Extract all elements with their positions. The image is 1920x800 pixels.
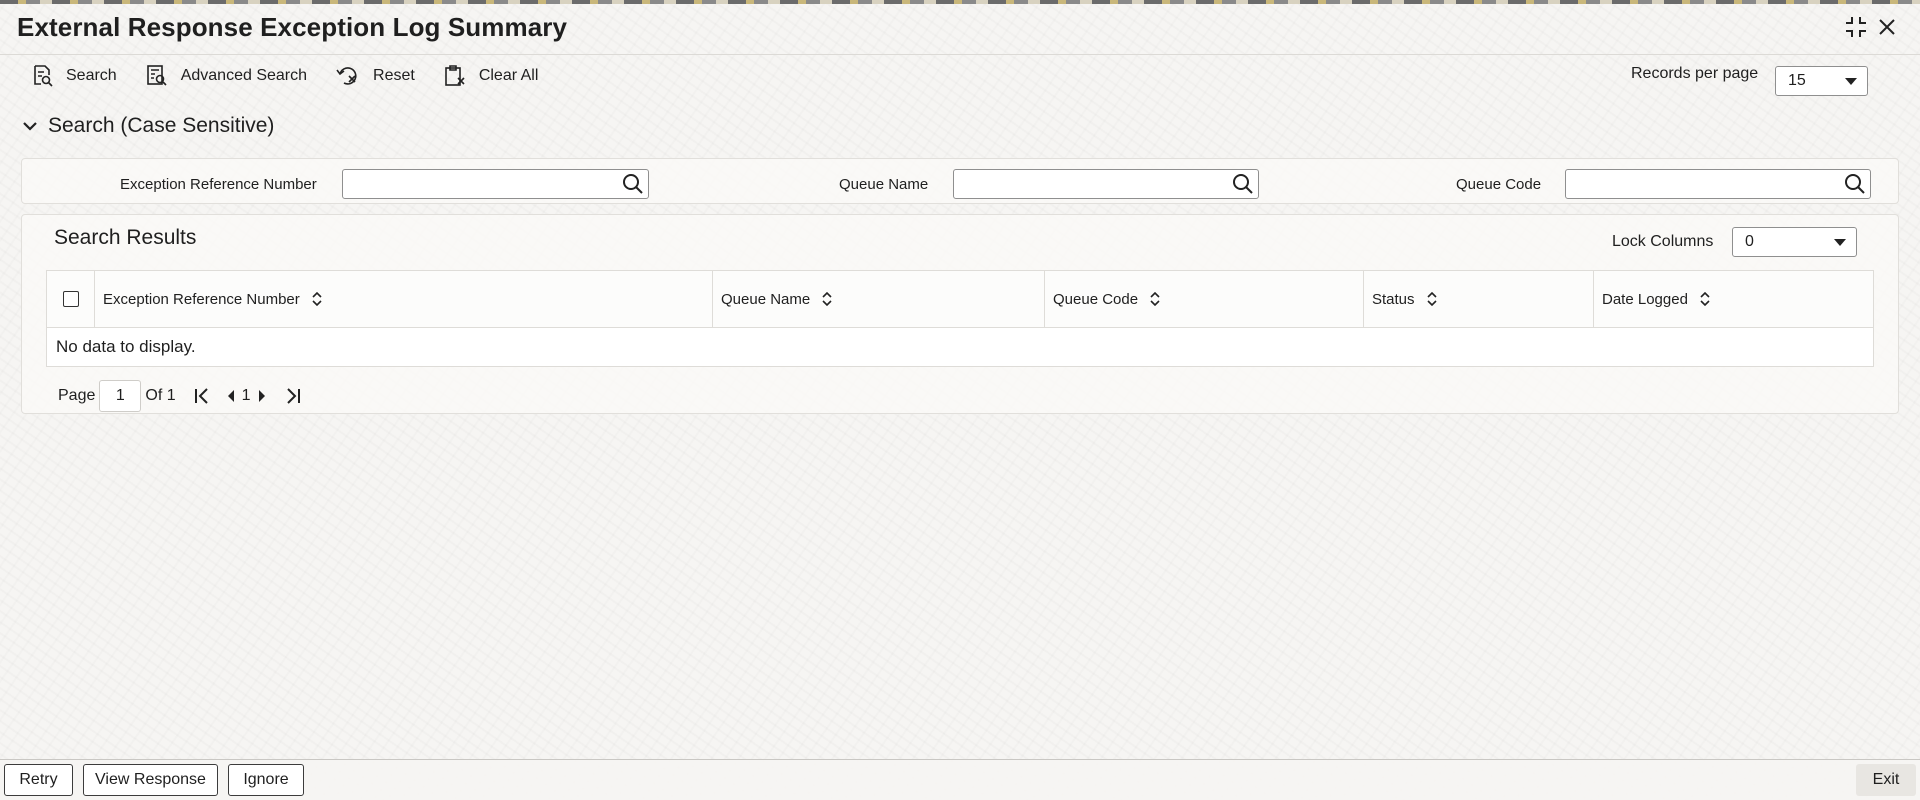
title-divider xyxy=(0,54,1920,55)
column-header-exception-ref[interactable]: Exception Reference Number xyxy=(95,271,713,327)
maximize-icon[interactable] xyxy=(1843,14,1869,40)
select-all-checkbox[interactable] xyxy=(63,291,79,307)
column-label: Date Logged xyxy=(1602,290,1688,308)
table-header: Exception Reference Number Queue Name Qu… xyxy=(47,271,1873,328)
reset-icon xyxy=(336,67,357,85)
search-button-label: Search xyxy=(66,67,117,84)
advanced-search-button-label: Advanced Search xyxy=(180,67,308,84)
records-per-page-value: 15 xyxy=(1788,72,1806,89)
column-label: Queue Code xyxy=(1053,290,1139,308)
page-label: Page xyxy=(58,387,96,404)
header-decor-strip xyxy=(0,0,1920,4)
footer-bar: Retry View Response Ignore Exit xyxy=(0,759,1920,800)
column-header-date-logged[interactable]: Date Logged xyxy=(1594,271,1873,327)
column-header-queue-code[interactable]: Queue Code xyxy=(1045,271,1364,327)
column-header-status[interactable]: Status xyxy=(1364,271,1594,327)
results-table: Exception Reference Number Queue Name Qu… xyxy=(46,270,1874,367)
column-label: Queue Name xyxy=(721,290,811,308)
reset-button[interactable]: Reset xyxy=(335,64,415,88)
last-page-icon[interactable] xyxy=(285,387,301,405)
empty-table-message: No data to display. xyxy=(56,337,196,356)
retry-button[interactable]: Retry xyxy=(4,764,73,796)
search-criteria-panel: Exception Reference Number Queue Name Qu… xyxy=(21,158,1899,204)
column-label: Exception Reference Number xyxy=(103,290,300,308)
queue-code-field[interactable] xyxy=(1565,169,1871,199)
search-doc-icon xyxy=(34,65,53,87)
close-icon[interactable] xyxy=(1874,14,1900,40)
chevron-down-icon xyxy=(23,122,37,131)
current-page-value: 1 xyxy=(115,387,125,404)
previous-page-icon[interactable] xyxy=(226,389,236,403)
next-page-icon[interactable] xyxy=(257,389,267,403)
search-section-header: Search (Case Sensitive) xyxy=(48,114,275,137)
search-icon[interactable] xyxy=(1844,173,1866,195)
exception-ref-label: Exception Reference Number xyxy=(120,176,317,193)
queue-name-field[interactable] xyxy=(953,169,1259,199)
sort-icon[interactable] xyxy=(1700,292,1710,306)
page-of-label: Of 1 xyxy=(145,387,176,404)
records-per-page-select[interactable]: 15 xyxy=(1775,66,1868,96)
queue-code-label: Queue Code xyxy=(1456,176,1542,193)
page-title: External Response Exception Log Summary xyxy=(17,12,568,42)
records-per-page-label: Records per page xyxy=(1631,65,1759,82)
sort-icon[interactable] xyxy=(312,292,322,306)
queue-name-input[interactable] xyxy=(954,170,1230,198)
pagination: Page 1 Of 1 1 xyxy=(58,380,301,412)
search-results-title: Search Results xyxy=(54,226,197,249)
sort-icon[interactable] xyxy=(1426,292,1437,306)
clear-all-icon xyxy=(445,65,465,86)
exit-button[interactable]: Exit xyxy=(1856,764,1916,796)
lock-columns-select[interactable]: 0 xyxy=(1732,227,1857,257)
sort-icon[interactable] xyxy=(1150,292,1160,306)
search-icon[interactable] xyxy=(1232,173,1254,195)
advanced-search-button[interactable]: Advanced Search xyxy=(145,64,307,88)
sort-icon[interactable] xyxy=(822,292,832,306)
toolbar: Search Advanced Search Reset Clear All xyxy=(30,64,566,88)
lock-columns-value: 0 xyxy=(1745,233,1754,250)
search-icon[interactable] xyxy=(622,173,644,195)
exception-ref-field[interactable] xyxy=(342,169,649,199)
view-response-button[interactable]: View Response xyxy=(83,764,218,796)
column-header-queue-name[interactable]: Queue Name xyxy=(713,271,1045,327)
page-number-input[interactable]: 1 xyxy=(99,380,142,412)
clear-all-button-label: Clear All xyxy=(478,67,539,84)
queue-name-label: Queue Name xyxy=(839,176,929,193)
clear-all-button[interactable]: Clear All xyxy=(443,64,539,88)
chevron-down-icon xyxy=(1834,238,1846,246)
search-button[interactable]: Search xyxy=(30,64,117,88)
queue-code-input[interactable] xyxy=(1566,170,1842,198)
chevron-down-icon xyxy=(1845,77,1857,85)
ignore-button[interactable]: Ignore xyxy=(228,764,304,796)
search-section-toggle[interactable]: Search (Case Sensitive) xyxy=(22,114,274,138)
column-label: Status xyxy=(1372,290,1415,308)
exception-ref-input[interactable] xyxy=(343,170,619,198)
lock-columns-label: Lock Columns xyxy=(1612,233,1714,250)
page-number-display: 1 xyxy=(241,387,251,404)
first-page-icon[interactable] xyxy=(194,387,210,405)
select-all-cell xyxy=(47,271,95,327)
reset-button-label: Reset xyxy=(373,67,415,84)
advanced-search-icon xyxy=(146,65,167,86)
